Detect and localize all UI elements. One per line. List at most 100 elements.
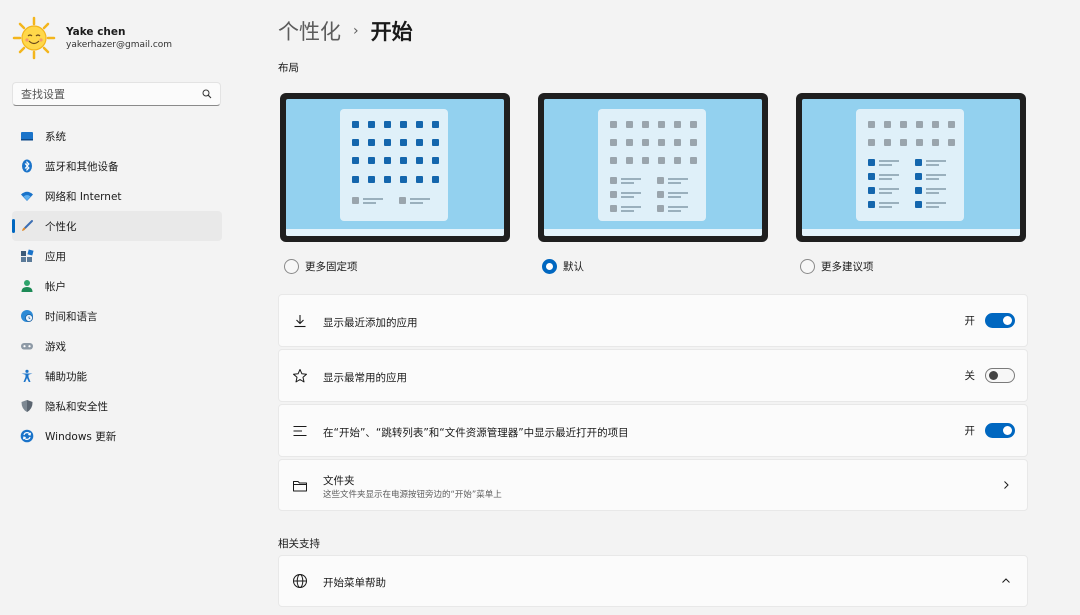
pin-tile <box>400 121 407 128</box>
radio-circle-checked[interactable] <box>542 259 557 274</box>
most-used-toggle[interactable] <box>985 368 1015 383</box>
recommended-line <box>879 178 892 180</box>
pin-tile <box>368 121 375 128</box>
pin-tile <box>916 121 923 128</box>
recommended-line <box>621 178 641 180</box>
folder-icon <box>292 478 308 494</box>
toggle-state-label: 开 <box>964 425 976 437</box>
sidebar-item-privacy[interactable]: 隐私和安全性 <box>12 391 222 421</box>
nav-list: 系统 蓝牙和其他设备 网络和 Internet 个性化 应用 帐户 时间和语言 <box>12 121 222 451</box>
sidebar-item-label: 应用 <box>45 250 66 263</box>
brush-icon <box>20 219 34 233</box>
pin-tile <box>932 121 939 128</box>
toggle-state-label: 开 <box>964 315 976 327</box>
avatar <box>12 16 56 60</box>
pin-tile <box>884 139 891 146</box>
recommended-line <box>879 202 899 204</box>
radio-label: 默认 <box>563 261 584 273</box>
recommended-line <box>621 206 641 208</box>
globe-clock-icon <box>20 309 34 323</box>
pin-tile <box>626 157 633 164</box>
sidebar-item-label: 帐户 <box>45 280 66 293</box>
breadcrumb-separator: › <box>353 23 359 39</box>
pin-tile <box>432 121 439 128</box>
start-menu-preview <box>340 109 448 221</box>
layout-screen <box>802 99 1020 236</box>
layout-preview-default[interactable] <box>538 93 768 242</box>
pin-tile <box>399 197 406 204</box>
pin-tile <box>610 191 617 198</box>
setting-label: 显示最常用的应用 <box>323 372 407 384</box>
user-name: Yake chen <box>66 26 126 38</box>
radio-default[interactable]: 默认 <box>542 259 584 274</box>
pin-tile <box>916 139 923 146</box>
pin-tile <box>868 121 875 128</box>
radio-label: 更多建议项 <box>821 261 874 273</box>
recommended-line <box>879 174 899 176</box>
pin-tile <box>915 173 922 180</box>
sidebar-item-system[interactable]: 系统 <box>12 121 222 151</box>
pin-tile <box>658 121 665 128</box>
sidebar-item-apps[interactable]: 应用 <box>12 241 222 271</box>
start-menu-help[interactable]: 开始菜单帮助 <box>278 555 1028 607</box>
recent-items-toggle[interactable] <box>985 423 1015 438</box>
sidebar-item-bluetooth[interactable]: 蓝牙和其他设备 <box>12 151 222 181</box>
sidebar-item-accessibility[interactable]: 辅助功能 <box>12 361 222 391</box>
sidebar-item-time-language[interactable]: 时间和语言 <box>12 301 222 331</box>
pin-tile <box>626 121 633 128</box>
sidebar-item-label: 隐私和安全性 <box>45 400 108 413</box>
sun-avatar-icon <box>12 16 56 60</box>
pin-tile <box>400 139 407 146</box>
recommended-line <box>926 178 939 180</box>
layout-preview-more-recommendations[interactable] <box>796 93 1026 242</box>
search-input[interactable]: 查找设置 <box>12 82 221 106</box>
radio-more-recommendations[interactable]: 更多建议项 <box>800 259 874 274</box>
page-title: 开始 <box>370 20 413 44</box>
setting-folders[interactable]: 文件夹 这些文件夹显示在电源按钮旁边的“开始”菜单上 <box>278 459 1028 511</box>
sidebar-item-label: 网络和 Internet <box>45 190 122 203</box>
pin-tile <box>352 157 359 164</box>
pin-tile <box>900 121 907 128</box>
pin-tile <box>384 157 391 164</box>
chevron-up-icon[interactable] <box>1001 576 1011 586</box>
search-icon[interactable] <box>202 89 212 99</box>
pin-tile <box>384 121 391 128</box>
list-icon <box>292 423 308 439</box>
breadcrumb-parent[interactable]: 个性化 <box>278 16 341 46</box>
pin-tile <box>642 139 649 146</box>
pin-tile <box>610 157 617 164</box>
start-menu-preview <box>856 109 964 221</box>
pin-tile <box>642 157 649 164</box>
profile[interactable]: Yake chen yakerhazer@gmail.com <box>12 16 172 60</box>
recommended-line <box>926 164 939 166</box>
sidebar-item-windows-update[interactable]: Windows 更新 <box>12 421 222 451</box>
sidebar-item-label: 游戏 <box>45 340 66 353</box>
pin-tile <box>690 121 697 128</box>
recommended-line <box>926 202 946 204</box>
recent-apps-toggle[interactable] <box>985 313 1015 328</box>
sidebar-item-label: 系统 <box>45 130 66 143</box>
pin-tile <box>416 121 423 128</box>
pin-tile <box>658 139 665 146</box>
pin-tile <box>610 205 617 212</box>
sidebar-item-label: Windows 更新 <box>45 430 117 443</box>
layout-preview-more-pins[interactable] <box>280 93 510 242</box>
recommended-line <box>879 192 892 194</box>
sidebar-item-network[interactable]: 网络和 Internet <box>12 181 222 211</box>
pin-tile <box>657 191 664 198</box>
sidebar-item-accounts[interactable]: 帐户 <box>12 271 222 301</box>
radio-circle[interactable] <box>284 259 299 274</box>
sidebar-item-gaming[interactable]: 游戏 <box>12 331 222 361</box>
recommended-line <box>879 206 892 208</box>
recommended-line <box>879 188 899 190</box>
layout-screen <box>286 99 504 236</box>
layout-section-title: 布局 <box>278 62 299 74</box>
sidebar-item-personalization[interactable]: 个性化 <box>12 211 222 241</box>
pin-tile <box>368 176 375 183</box>
radio-more-pins[interactable]: 更多固定项 <box>284 259 358 274</box>
radio-circle[interactable] <box>800 259 815 274</box>
recommended-line <box>879 160 899 162</box>
pin-tile <box>690 139 697 146</box>
pin-tile <box>384 176 391 183</box>
pin-tile <box>657 205 664 212</box>
